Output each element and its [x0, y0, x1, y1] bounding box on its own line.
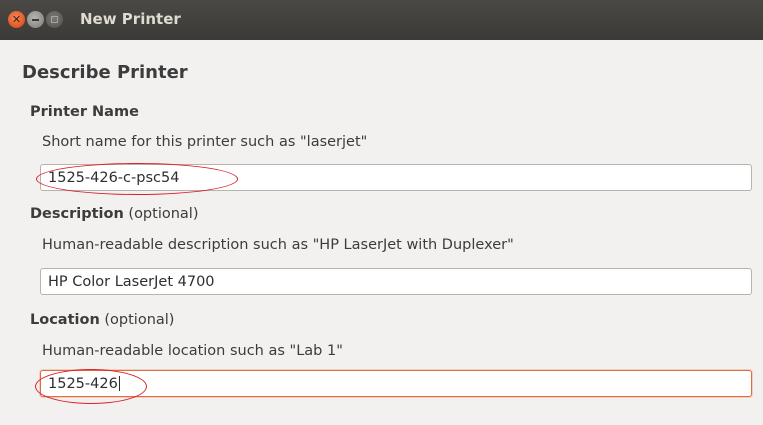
- maximize-icon[interactable]: [46, 11, 63, 28]
- description-field[interactable]: HP Color LaserJet 4700: [40, 268, 752, 295]
- printer-name-label-text: Printer Name: [30, 104, 139, 120]
- location-hint: Human-readable location such as "Lab 1": [42, 343, 343, 359]
- description-optional-text: (optional): [123, 206, 199, 222]
- description-label-text: Description: [30, 206, 124, 222]
- location-optional-text: (optional): [99, 312, 175, 328]
- window-title: New Printer: [80, 10, 181, 28]
- new-printer-window: ✕ New Printer Describe Printer Printer N…: [0, 0, 763, 425]
- title-bar[interactable]: ✕ New Printer: [0, 0, 763, 40]
- printer-name-field[interactable]: 1525-426-c-psc54: [40, 164, 752, 191]
- location-value: 1525-426: [48, 375, 118, 392]
- location-label: Location (optional): [30, 312, 174, 328]
- page-heading: Describe Printer: [22, 62, 188, 83]
- minimize-icon[interactable]: [27, 11, 44, 28]
- location-label-text: Location: [30, 312, 100, 328]
- printer-name-value: 1525-426-c-psc54: [48, 169, 180, 186]
- text-cursor: [118, 376, 120, 391]
- close-icon[interactable]: ✕: [8, 11, 25, 28]
- description-value: HP Color LaserJet 4700: [48, 273, 215, 290]
- description-hint: Human-readable description such as "HP L…: [42, 237, 514, 253]
- location-field[interactable]: 1525-426: [40, 370, 752, 397]
- description-label: Description (optional): [30, 206, 199, 222]
- printer-name-hint: Short name for this printer such as "las…: [42, 134, 368, 150]
- printer-name-label: Printer Name: [30, 104, 139, 120]
